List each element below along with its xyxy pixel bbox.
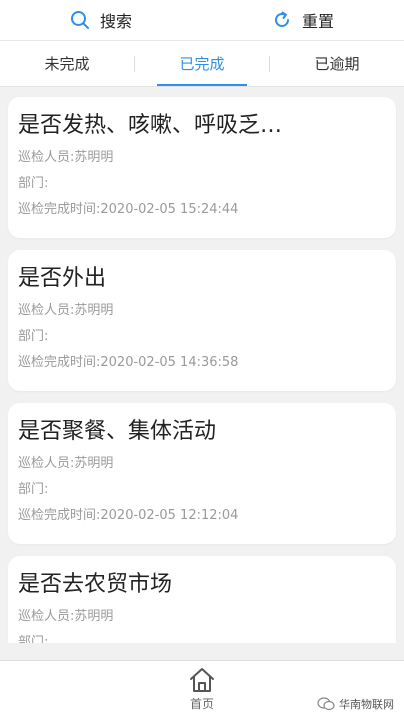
record-inspector: 巡检人员:苏明明 bbox=[18, 609, 114, 624]
record-list: 是否发热、咳嗽、呼吸乏… 巡检人员:苏明明 部门: 巡检完成时间:2020-02… bbox=[0, 87, 404, 643]
wechat-icon bbox=[317, 697, 335, 711]
tab-overdue[interactable]: 已逾期 bbox=[270, 41, 404, 86]
watermark-text: 华南物联网 bbox=[339, 698, 394, 711]
record-title: 是否外出 bbox=[18, 266, 107, 291]
search-label: 搜索 bbox=[99, 12, 132, 31]
record-completed-time: 巡检完成时间:2020-02-05 15:24:44 bbox=[18, 202, 239, 217]
nav-home-button[interactable]: 首页 bbox=[182, 667, 222, 715]
record-department: 部门: bbox=[18, 482, 49, 497]
search-icon bbox=[70, 11, 89, 29]
refresh-icon bbox=[275, 11, 289, 27]
tab-completed[interactable]: 已完成 bbox=[135, 41, 269, 86]
tab-incomplete[interactable]: 未完成 bbox=[0, 41, 134, 86]
status-tabs: 未完成 已完成 已逾期 bbox=[0, 41, 404, 87]
record-department: 部门: bbox=[18, 329, 49, 344]
record-department: 部门: bbox=[18, 635, 49, 643]
watermark: 华南物联网 bbox=[317, 696, 394, 712]
record-card[interactable]: 是否发热、咳嗽、呼吸乏… 巡检人员:苏明明 部门: 巡检完成时间:2020-02… bbox=[8, 97, 396, 238]
record-department: 部门: bbox=[18, 176, 49, 191]
record-inspector: 巡检人员:苏明明 bbox=[18, 303, 114, 318]
record-inspector: 巡检人员:苏明明 bbox=[18, 150, 114, 165]
reset-button[interactable]: 重置 bbox=[202, 0, 404, 40]
record-title: 是否发热、咳嗽、呼吸乏… bbox=[18, 113, 283, 138]
record-title: 是否聚餐、集体活动 bbox=[18, 419, 217, 444]
bottom-nav: 首页 华南物联网 bbox=[0, 660, 404, 720]
home-icon bbox=[190, 668, 214, 692]
record-inspector: 巡检人员:苏明明 bbox=[18, 456, 114, 471]
nav-home-label: 首页 bbox=[189, 697, 214, 711]
record-completed-time: 巡检完成时间:2020-02-05 12:12:04 bbox=[18, 508, 239, 523]
record-card[interactable]: 是否去农贸市场 巡检人员:苏明明 部门: bbox=[8, 556, 396, 643]
top-toolbar: 搜索 重置 bbox=[0, 0, 404, 41]
search-button[interactable]: 搜索 bbox=[0, 0, 202, 40]
record-title: 是否去农贸市场 bbox=[18, 572, 173, 597]
record-card[interactable]: 是否聚餐、集体活动 巡检人员:苏明明 部门: 巡检完成时间:2020-02-05… bbox=[8, 403, 396, 544]
reset-label: 重置 bbox=[301, 12, 334, 31]
record-card[interactable]: 是否外出 巡检人员:苏明明 部门: 巡检完成时间:2020-02-05 14:3… bbox=[8, 250, 396, 391]
record-completed-time: 巡检完成时间:2020-02-05 14:36:58 bbox=[18, 355, 239, 370]
